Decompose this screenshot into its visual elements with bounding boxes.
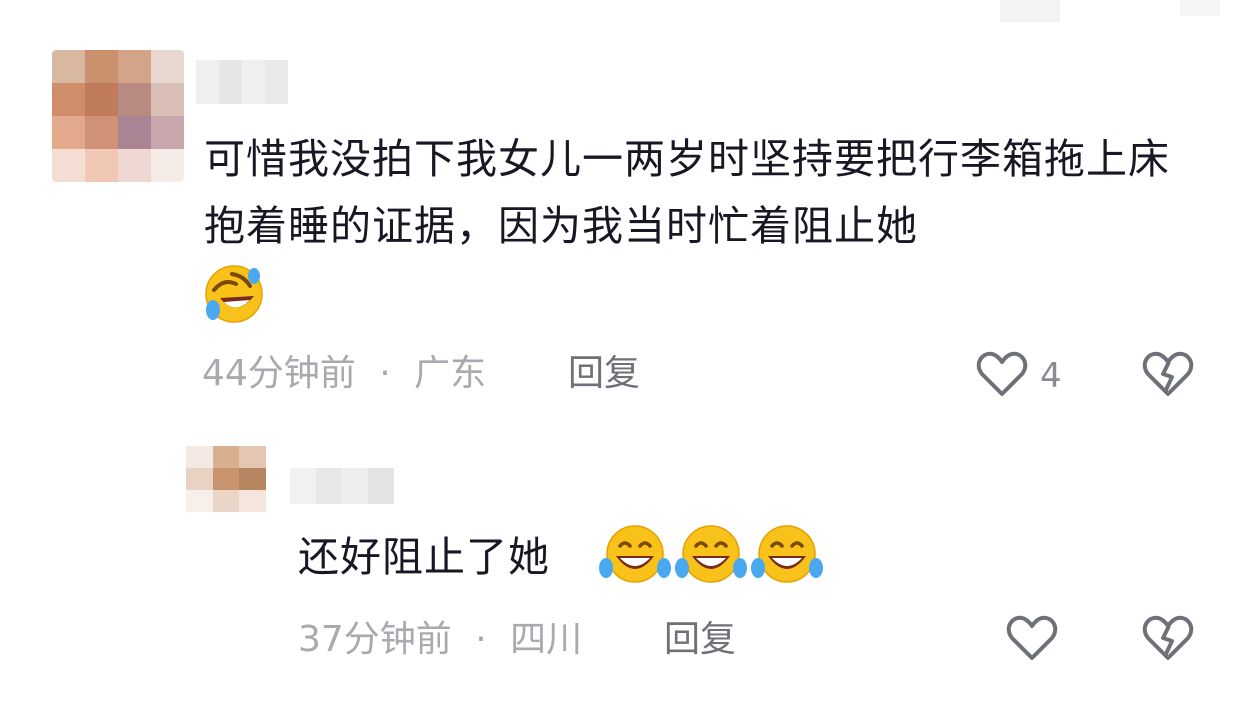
like-count: 4 [1040, 356, 1062, 396]
broken-heart-icon[interactable] [1142, 614, 1194, 662]
tears-of-joy-icon [674, 524, 748, 586]
reply-reply-button[interactable]: 回复 [664, 618, 736, 662]
rofl-emoji-icon [202, 262, 266, 326]
comment-time: 44分钟前 [202, 353, 356, 394]
meta-separator: · [475, 619, 487, 660]
username[interactable] [196, 60, 288, 104]
comment-location: 广东 [414, 353, 487, 394]
like-heart-icon[interactable] [976, 350, 1028, 398]
reply-time: 37分钟前 [298, 619, 452, 660]
reply-label: 回复 [568, 353, 641, 394]
reply-item: 还好阻止了她 37分钟前 · 四川 回复 [0, 440, 1260, 701]
reply-text: 还好阻止了她 [298, 524, 550, 591]
like-heart-icon[interactable] [1006, 614, 1058, 662]
comment-meta: 44分钟前 · 广东 [202, 352, 486, 396]
broken-heart-icon[interactable] [1142, 350, 1194, 398]
comment-reply-button[interactable]: 回复 [568, 352, 640, 396]
reply-text-content: 还好阻止了她 [298, 533, 550, 581]
reply-label: 回复 [664, 619, 737, 660]
reply-meta: 37分钟前 · 四川 [298, 618, 582, 662]
comment-item: 可惜我没拍下我女儿一两岁时坚持要把行李箱拖上床抱着睡的证据，因为我当时忙着阻止她… [0, 30, 1260, 420]
comment-text: 可惜我没拍下我女儿一两岁时坚持要把行李箱拖上床抱着睡的证据，因为我当时忙着阻止她 [204, 126, 1204, 260]
previous-row-fade [1000, 0, 1060, 22]
tears-of-joy-icon [598, 524, 672, 586]
previous-row-fade-2 [1180, 0, 1220, 16]
reply-username[interactable] [290, 468, 394, 504]
tears-of-joy-icon [750, 524, 824, 586]
reply-location: 四川 [510, 619, 583, 660]
meta-separator: · [379, 353, 391, 394]
avatar[interactable] [52, 50, 184, 182]
comment-text-content: 可惜我没拍下我女儿一两岁时坚持要把行李箱拖上床抱着睡的证据，因为我当时忙着阻止她 [204, 135, 1170, 250]
reply-avatar[interactable] [186, 446, 266, 512]
